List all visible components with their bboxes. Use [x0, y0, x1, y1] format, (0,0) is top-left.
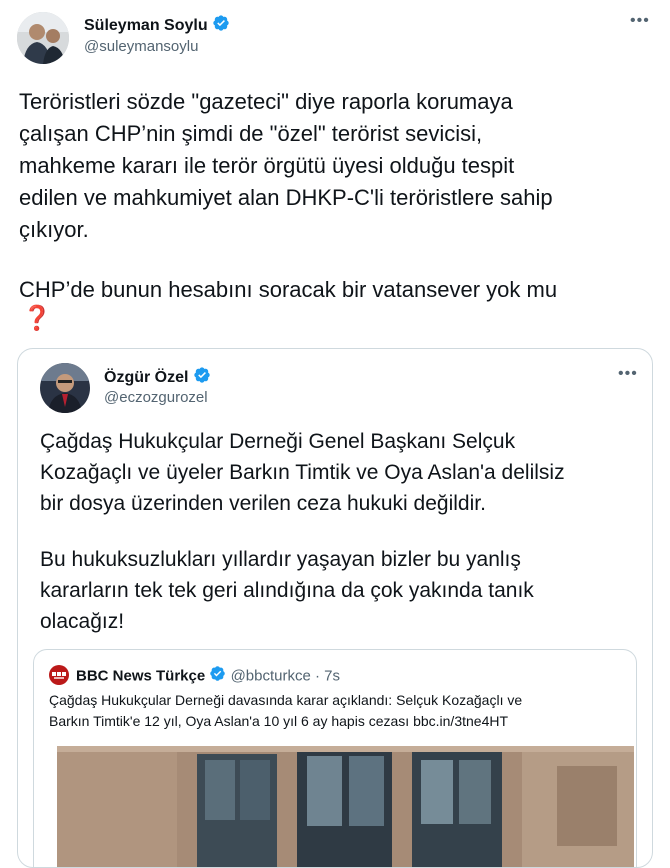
quoted-author-handle[interactable]: @eczozgurozel [104, 389, 208, 406]
quoted-text-paragraph-1: Çağdaş Hukukçular Derneği Genel Başkanı … [40, 430, 565, 515]
tweet-text-paragraph-2: CHP’de bunun hesabını soracak bir vatans… [19, 277, 558, 302]
news-photo[interactable] [57, 746, 634, 867]
nested-quoted-tweet-card[interactable]: BBC News Türkçe @bbcturkce · 7s Çağdaş H… [33, 649, 637, 867]
nested-author-name[interactable]: BBC News Türkçe [76, 667, 205, 684]
nested-author-handle[interactable]: @bbcturkce [231, 667, 311, 684]
nested-text-line-2: Barkın Timtik'e 12 yıl, Oya Aslan'a 10 y… [49, 713, 509, 729]
tweet-text-paragraph-1: Teröristleri sözde "gazeteci" diye rapor… [19, 89, 553, 242]
bbc-avatar[interactable] [49, 665, 69, 685]
quoted-tweet-card[interactable]: Özgür Özel @eczozgurozel ••• Çağdaş Huku… [17, 348, 653, 868]
dot-separator: · [315, 667, 320, 685]
question-mark-emoji: ❓ [22, 305, 52, 332]
nested-text-line-1: Çağdaş Hukukçular Derneği davasında kara… [49, 692, 523, 708]
nested-timestamp[interactable]: 7s [324, 667, 340, 684]
author-avatar[interactable] [17, 12, 69, 64]
quoted-verified-badge-icon [193, 366, 211, 390]
verified-badge-icon [212, 14, 230, 38]
nested-verified-badge-icon [209, 665, 226, 688]
more-options-icon[interactable]: ••• [630, 12, 650, 30]
author-name[interactable]: Süleyman Soylu [84, 17, 208, 34]
quoted-text-paragraph-2: Bu hukuksuzlukları yıllardır yaşayan biz… [40, 548, 534, 633]
quoted-author-avatar[interactable] [40, 363, 90, 413]
quoted-author-name[interactable]: Özgür Özel [104, 369, 188, 386]
author-handle[interactable]: @suleymansoylu [84, 38, 198, 55]
quoted-more-options-icon[interactable]: ••• [618, 365, 638, 383]
